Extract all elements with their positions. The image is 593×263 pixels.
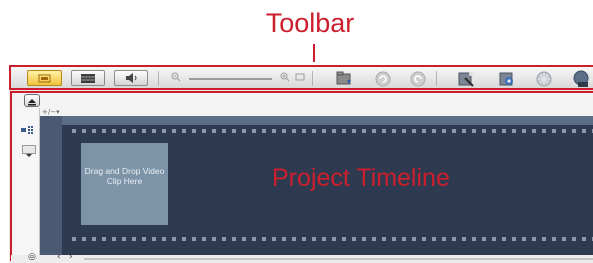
audio-view-button[interactable]: [114, 70, 148, 86]
zoom-slider[interactable]: [189, 78, 272, 80]
smart-fix-icon[interactable]: [457, 70, 475, 88]
timeline-track-strip: [40, 116, 62, 255]
timeline-icon: [81, 74, 95, 83]
timeline-annotation-label: Project Timeline: [272, 164, 450, 192]
timeline-view-button[interactable]: [71, 70, 105, 86]
import-media-icon[interactable]: [335, 70, 353, 88]
storyboard-view-button[interactable]: [27, 70, 62, 86]
share-icon[interactable]: [572, 70, 590, 88]
video-track-icon: [20, 124, 36, 138]
toolbar-separator: [312, 71, 313, 86]
undo-icon[interactable]: [374, 70, 392, 88]
scroll-left-icon[interactable]: ‹: [57, 252, 61, 262]
toolbar: [9, 65, 593, 90]
toolbar-annotation-pointer: [313, 44, 315, 62]
timeline-ruler[interactable]: [62, 116, 593, 125]
horizontal-scrollbar[interactable]: [84, 258, 593, 260]
toolbar-separator: [436, 71, 437, 86]
eject-button[interactable]: [24, 94, 40, 107]
zoom-out-icon[interactable]: [171, 72, 181, 82]
voice-over-icon[interactable]: [498, 70, 516, 88]
drop-zone-tile[interactable]: Drag and Drop Video Clip Here: [81, 143, 168, 225]
track-expand-button[interactable]: [22, 145, 36, 157]
chevron-down-icon: [26, 154, 32, 157]
film-sprocket-top: [72, 129, 593, 133]
fit-to-window-icon[interactable]: [295, 72, 305, 82]
toolbar-separator: [158, 71, 159, 86]
speaker-icon: [126, 73, 137, 83]
music-icon[interactable]: [535, 70, 553, 88]
film-sprocket-bottom: [72, 237, 593, 241]
add-remove-track-control[interactable]: +/−▾: [42, 108, 60, 116]
zoom-reset-icon[interactable]: ◎: [28, 252, 36, 262]
redo-icon[interactable]: [409, 70, 427, 88]
zoom-in-icon[interactable]: [280, 72, 290, 82]
toolbar-annotation-label: Toolbar: [265, 8, 355, 38]
scroll-right-icon[interactable]: ›: [69, 252, 73, 262]
storyboard-icon: [38, 74, 51, 83]
eject-icon: [28, 99, 36, 106]
